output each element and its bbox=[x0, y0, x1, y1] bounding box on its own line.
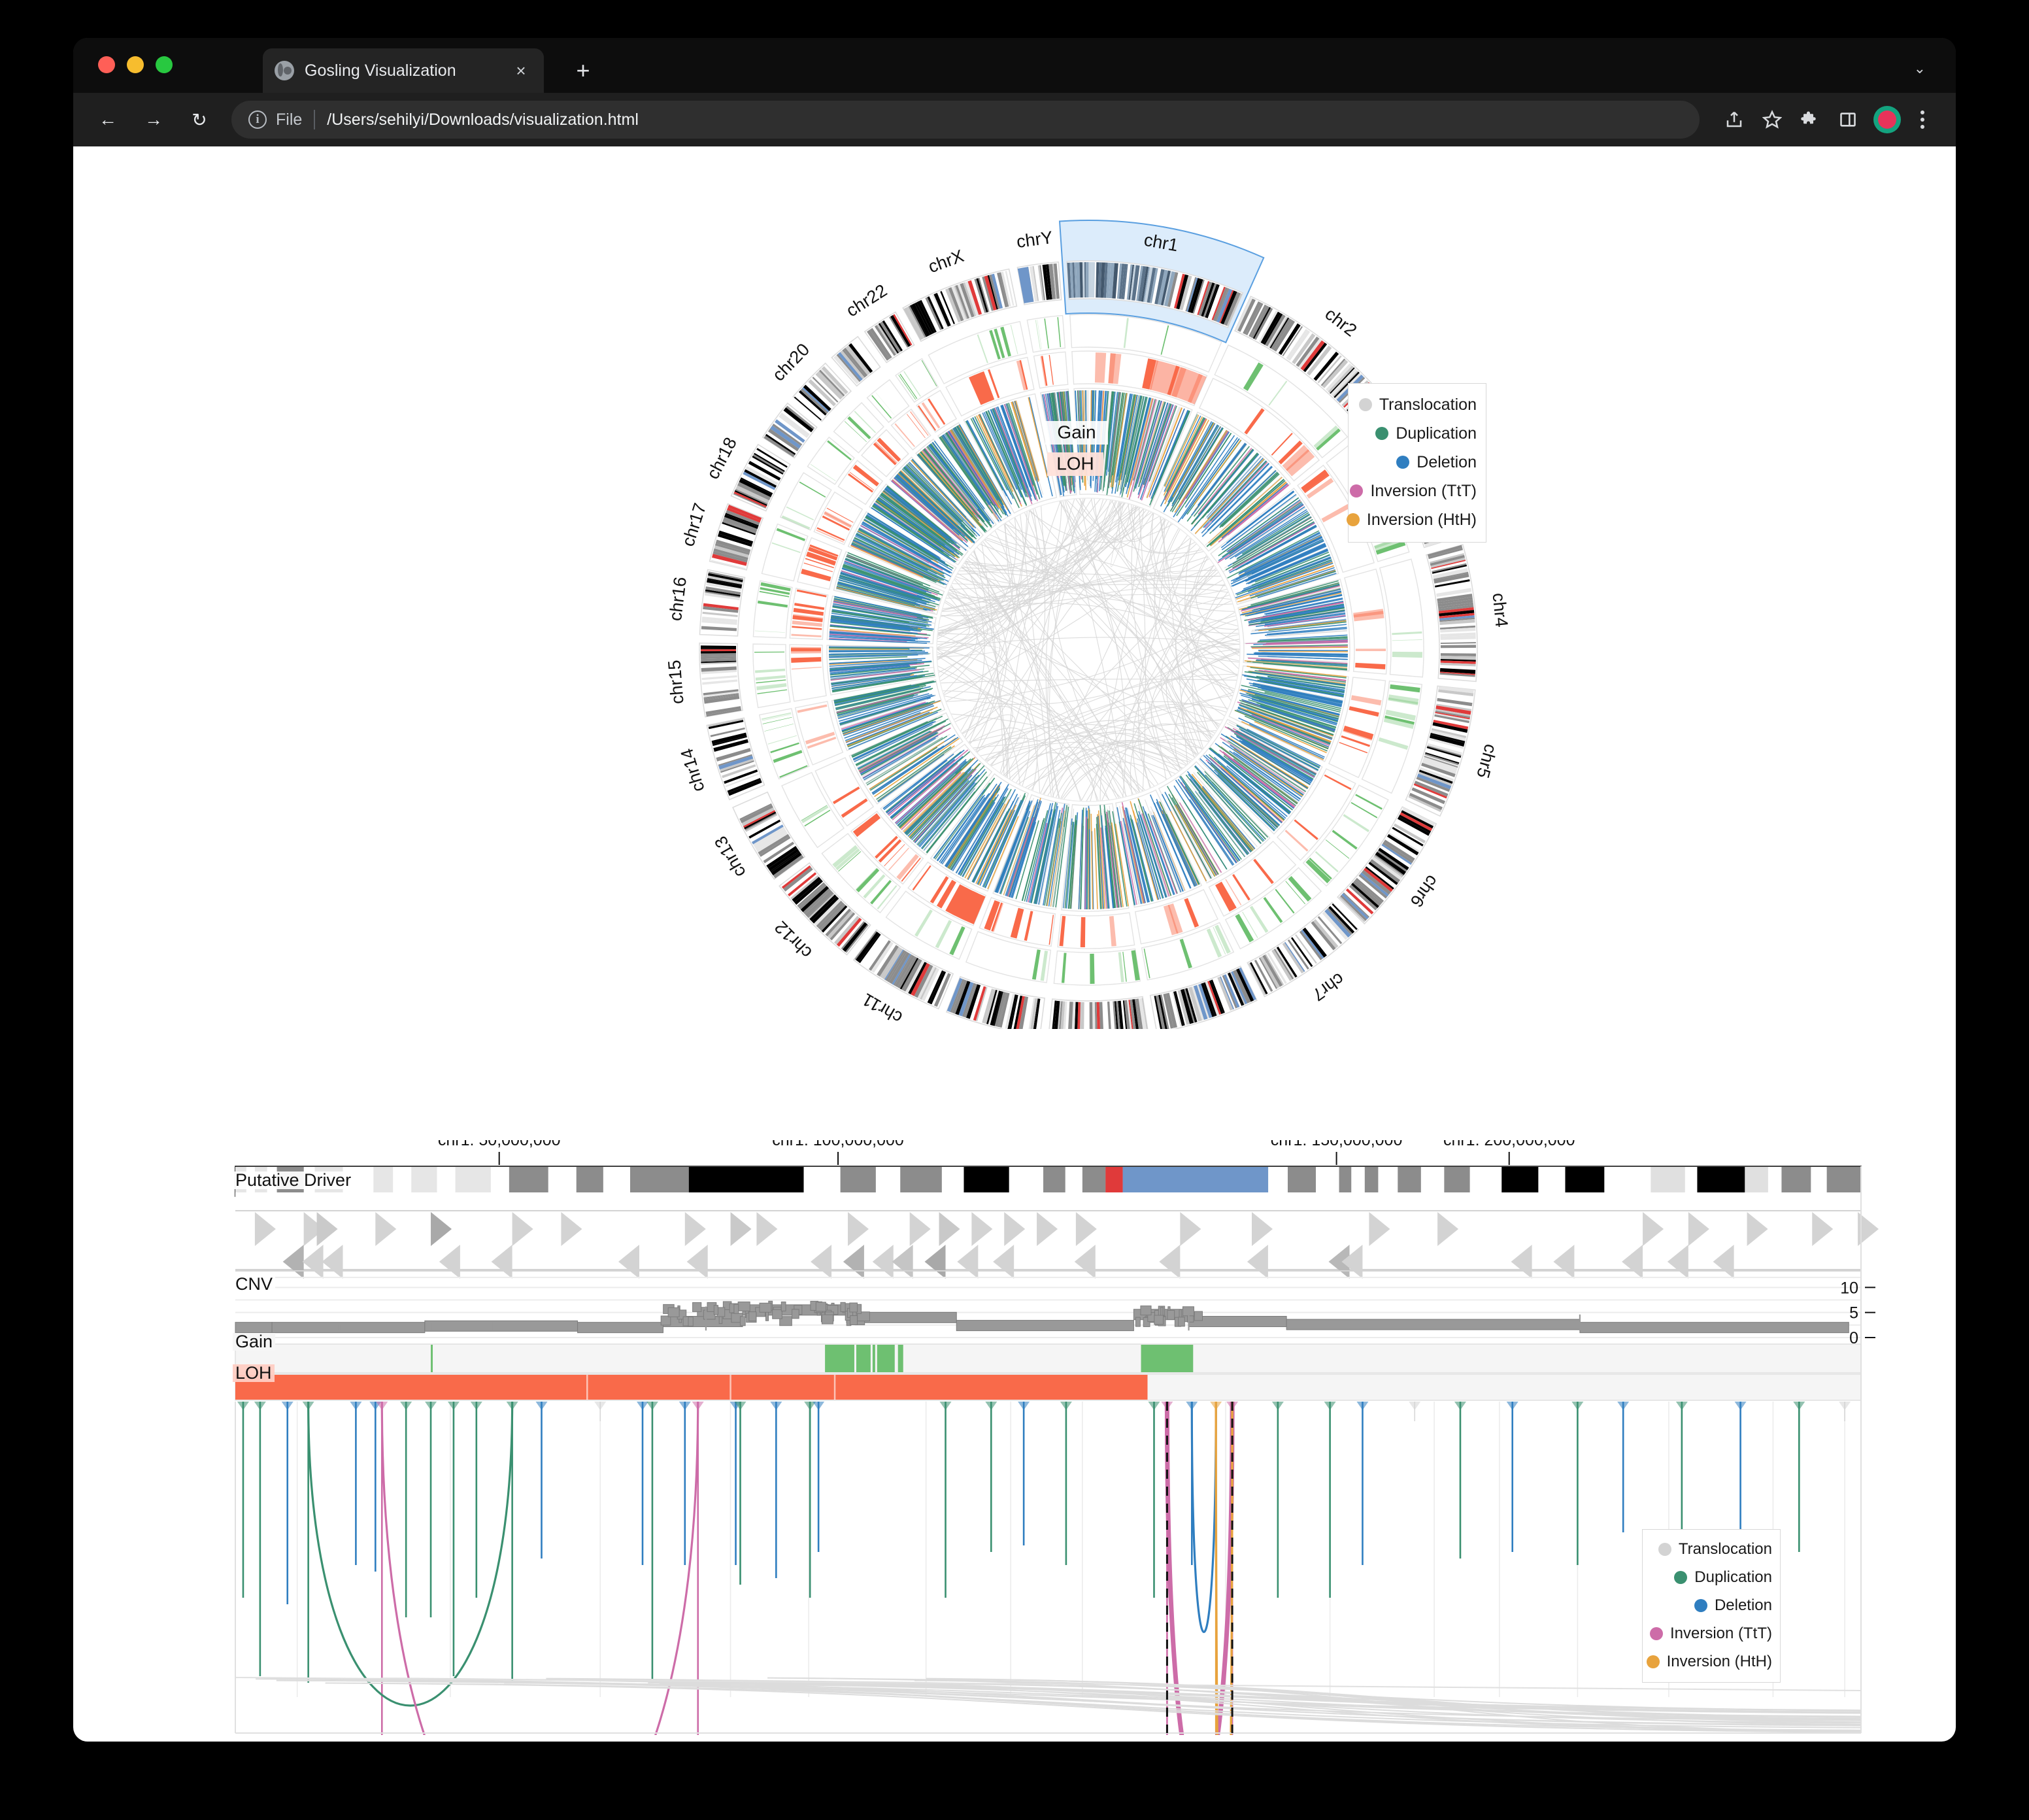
svg-text:chr1: 50,000,000: chr1: 50,000,000 bbox=[438, 1140, 561, 1149]
track-label-putative-driver: Putative Driver bbox=[233, 1171, 354, 1189]
svg-text:chr11: chr11 bbox=[859, 989, 906, 1028]
maximize-window-button[interactable] bbox=[156, 56, 173, 73]
circular-legend: Translocation Duplication Deletion Inver… bbox=[1346, 383, 1486, 543]
circos-svg: chr1chr2chr3chr4chr5chr6chr7chr8chr9chr1… bbox=[664, 220, 1511, 1029]
legend-label: Duplication bbox=[1694, 1568, 1772, 1586]
legend-item: Duplication bbox=[1648, 1563, 1772, 1591]
track-label-loh: LOH bbox=[233, 1364, 275, 1382]
chevron-down-icon[interactable]: ⌄ bbox=[1914, 60, 1926, 77]
legend-item: Translocation bbox=[1355, 390, 1477, 419]
inversion-hth-swatch bbox=[1346, 513, 1360, 526]
svg-text:chr5: chr5 bbox=[1473, 742, 1501, 781]
legend-label: Inversion (HtH) bbox=[1366, 510, 1477, 529]
legend-item: Deletion bbox=[1355, 448, 1477, 477]
url-text: /Users/sehilyi/Downloads/visualization.h… bbox=[327, 110, 639, 129]
svg-text:chr22: chr22 bbox=[843, 280, 890, 321]
duplication-swatch bbox=[1674, 1570, 1688, 1584]
svg-text:Gain: Gain bbox=[1057, 422, 1096, 442]
svg-text:chrX: chrX bbox=[926, 246, 966, 277]
back-button[interactable]: ← bbox=[90, 102, 126, 137]
svg-text:chr13: chr13 bbox=[711, 833, 750, 881]
legend-label: Translocation bbox=[1379, 395, 1477, 414]
legend-label: Translocation bbox=[1678, 1540, 1772, 1558]
svg-text:chr15: chr15 bbox=[664, 659, 687, 705]
inversion-ttt-swatch bbox=[1350, 484, 1364, 497]
svg-text:chr1: 200,000,000: chr1: 200,000,000 bbox=[1443, 1140, 1575, 1149]
linear-legend: Translocation Duplication Deletion Inver… bbox=[1642, 1529, 1781, 1683]
close-window-button[interactable] bbox=[98, 56, 115, 73]
legend-label: Inversion (HtH) bbox=[1666, 1652, 1772, 1670]
minimize-window-button[interactable] bbox=[127, 56, 144, 73]
svg-text:chr1: 100,000,000: chr1: 100,000,000 bbox=[772, 1140, 904, 1149]
legend-label: Deletion bbox=[1714, 1596, 1772, 1614]
inversion-hth-swatch bbox=[1646, 1655, 1660, 1668]
forward-button[interactable]: → bbox=[136, 102, 171, 137]
profile-avatar[interactable] bbox=[1873, 106, 1901, 133]
avatar bbox=[1878, 110, 1896, 129]
browser-toolbar: ← → ↻ i File /Users/sehilyi/Downloads/vi… bbox=[73, 93, 1956, 146]
browser-window: Gosling Visualization × + ⌄ ← → ↻ i File… bbox=[73, 38, 1956, 1742]
svg-text:chr17: chr17 bbox=[678, 501, 710, 548]
legend-item: Inversion (HtH) bbox=[1346, 505, 1477, 534]
svg-text:chr1: 150,000,000: chr1: 150,000,000 bbox=[1271, 1140, 1403, 1149]
legend-item: Deletion bbox=[1648, 1591, 1772, 1619]
svg-text:chr14: chr14 bbox=[677, 747, 708, 794]
extensions-puzzle-icon[interactable] bbox=[1794, 103, 1826, 136]
browser-tab[interactable]: Gosling Visualization × bbox=[263, 48, 544, 93]
svg-text:chr20: chr20 bbox=[769, 339, 814, 384]
divider bbox=[314, 110, 316, 129]
svg-text:chrY: chrY bbox=[1015, 228, 1054, 252]
legend-item: Inversion (HtH) bbox=[1646, 1647, 1772, 1676]
page-content: chr1chr2chr3chr4chr5chr6chr7chr8chr9chr1… bbox=[73, 146, 1956, 1742]
circular-genome-view[interactable]: chr1chr2chr3chr4chr5chr6chr7chr8chr9chr1… bbox=[73, 146, 1956, 1029]
legend-label: Inversion (TtT) bbox=[1370, 481, 1477, 500]
legend-item: Inversion (TtT) bbox=[1350, 477, 1477, 505]
tab-title: Gosling Visualization bbox=[305, 61, 456, 80]
translocation-swatch bbox=[1658, 1542, 1671, 1556]
deletion-swatch bbox=[1396, 456, 1410, 469]
svg-text:5: 5 bbox=[1849, 1304, 1858, 1323]
svg-text:chr6: chr6 bbox=[1407, 871, 1443, 911]
more-menu-icon[interactable] bbox=[1906, 103, 1939, 136]
close-icon[interactable]: × bbox=[510, 62, 532, 79]
legend-item: Duplication bbox=[1355, 419, 1477, 448]
legend-label: Duplication bbox=[1396, 424, 1477, 443]
info-icon[interactable]: i bbox=[248, 110, 267, 129]
legend-label: Inversion (TtT) bbox=[1669, 1624, 1772, 1642]
address-bar[interactable]: i File /Users/sehilyi/Downloads/visualiz… bbox=[231, 101, 1700, 139]
svg-text:chr7: chr7 bbox=[1309, 969, 1348, 1005]
svg-text:10: 10 bbox=[1840, 1279, 1858, 1297]
track-label-gain: Gain bbox=[233, 1333, 276, 1351]
new-tab-button[interactable]: + bbox=[570, 59, 596, 82]
reload-button[interactable]: ↻ bbox=[182, 102, 217, 137]
legend-item: Translocation bbox=[1648, 1535, 1772, 1563]
svg-text:chr4: chr4 bbox=[1488, 592, 1511, 628]
bookmark-star-icon[interactable] bbox=[1756, 103, 1788, 136]
svg-text:LOH: LOH bbox=[1056, 453, 1094, 473]
legend-label: Deletion bbox=[1417, 452, 1477, 471]
tab-strip: Gosling Visualization × + ⌄ bbox=[73, 38, 1956, 93]
svg-text:chr12: chr12 bbox=[771, 917, 816, 962]
legend-item: Inversion (TtT) bbox=[1648, 1619, 1772, 1647]
inversion-ttt-swatch bbox=[1649, 1626, 1663, 1640]
svg-text:chr2: chr2 bbox=[1321, 304, 1360, 341]
deletion-swatch bbox=[1694, 1598, 1707, 1612]
file-scheme-label: File bbox=[276, 110, 303, 129]
window-traffic-lights bbox=[98, 56, 173, 73]
track-label-cnv: CNV bbox=[233, 1275, 276, 1293]
translocation-swatch bbox=[1358, 398, 1372, 411]
svg-text:chr16: chr16 bbox=[665, 576, 690, 622]
side-panel-icon[interactable] bbox=[1832, 103, 1864, 136]
svg-text:chr18: chr18 bbox=[703, 434, 741, 482]
share-icon[interactable] bbox=[1718, 103, 1751, 136]
toolbar-actions bbox=[1713, 103, 1939, 136]
globe-icon bbox=[275, 61, 294, 80]
duplication-swatch bbox=[1375, 427, 1389, 440]
